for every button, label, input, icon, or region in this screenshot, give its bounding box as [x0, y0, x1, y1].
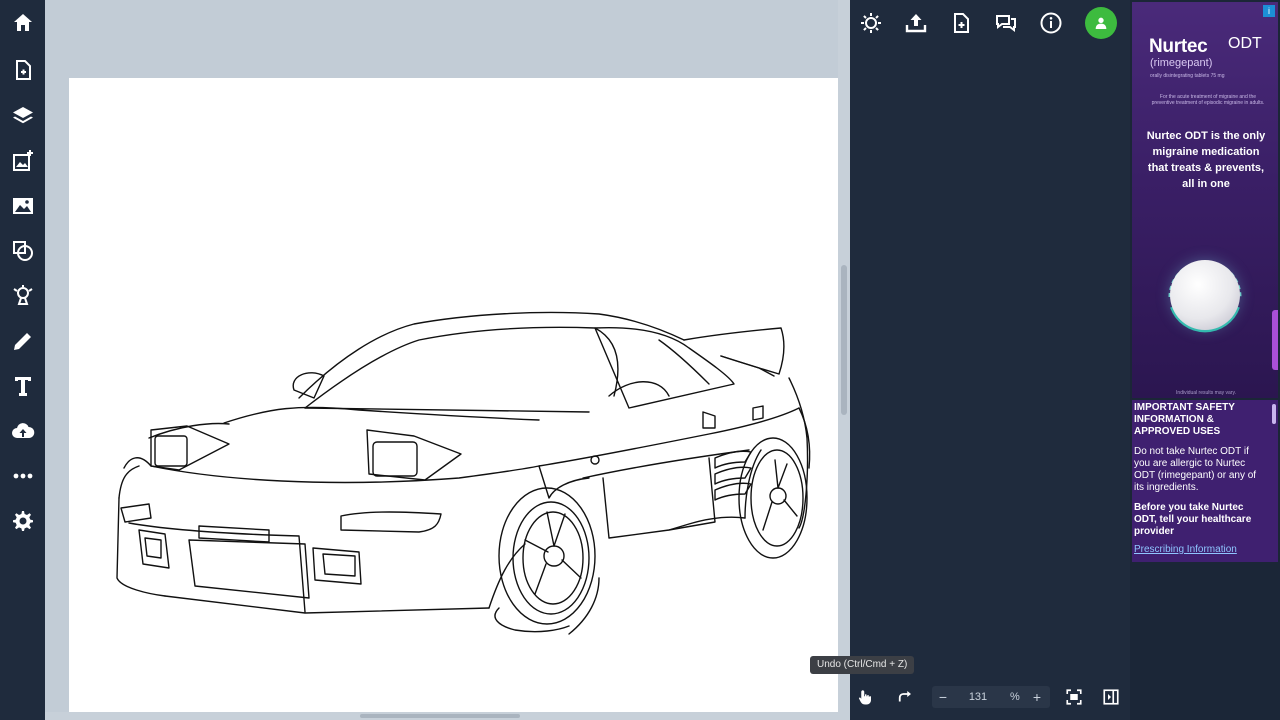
toggle-panel-button[interactable]	[1100, 686, 1122, 708]
layers-button[interactable]	[0, 96, 45, 136]
file-plus-icon	[954, 13, 969, 33]
ad-column: i Nurtec ODT (rimegepant) orally disinte…	[1130, 0, 1280, 720]
export-button[interactable]	[901, 8, 931, 38]
new-document-button[interactable]	[0, 50, 45, 90]
safety-info-box[interactable]: IMPORTANT SAFETY INFORMATION & APPROVED …	[1132, 400, 1278, 562]
panel-toggle-icon	[1103, 689, 1119, 705]
home-button[interactable]	[0, 3, 45, 43]
redo-icon	[898, 691, 911, 702]
drawing-canvas[interactable]	[69, 78, 839, 718]
tool-rail	[0, 0, 45, 720]
ad-generic-name: (rimegepant)	[1150, 57, 1213, 69]
image-button[interactable]	[0, 186, 45, 226]
app-window: Undo (Ctrl/Cmd + Z) − % + i	[0, 0, 1280, 720]
zoom-control: − % +	[932, 686, 1050, 708]
home-icon	[13, 14, 32, 31]
zoom-unit: %	[1010, 691, 1020, 703]
ad-info-button[interactable]: i	[1263, 5, 1275, 17]
image-icon	[12, 198, 33, 214]
vertical-scrollbar[interactable]	[838, 0, 850, 720]
undo-tooltip: Undo (Ctrl/Cmd + Z)	[810, 656, 915, 674]
pencil-button[interactable]	[0, 321, 45, 361]
cloud-upload-icon	[11, 423, 34, 438]
user-avatar[interactable]	[1085, 7, 1117, 39]
prescribing-info-link[interactable]: Prescribing Information	[1134, 544, 1237, 555]
stamp-icon	[12, 285, 33, 305]
upload-tray-icon	[905, 14, 927, 33]
ad-dosage: orally disintegrating tablets 75 mg	[1150, 73, 1225, 79]
image-add-icon	[12, 150, 33, 171]
settings-button[interactable]	[0, 501, 45, 541]
layers-icon	[12, 107, 33, 124]
fit-screen-icon	[1066, 689, 1082, 705]
add-image-button[interactable]	[0, 141, 45, 181]
shapes-button[interactable]	[0, 231, 45, 271]
vertical-scroll-thumb[interactable]	[841, 265, 847, 415]
ad-headline: Nurtec ODT is the only migraine medicati…	[1146, 130, 1266, 190]
car-line-drawing	[116, 311, 811, 635]
ad-side-tab[interactable]	[1272, 310, 1278, 370]
info-icon	[1040, 12, 1062, 34]
more-button[interactable]	[0, 456, 45, 496]
zoom-in-button[interactable]: +	[1028, 686, 1046, 708]
ad-indication: For the acute treatment of migraine and …	[1151, 94, 1265, 106]
zoom-out-button[interactable]: −	[934, 686, 952, 708]
stamp-button[interactable]	[0, 276, 45, 316]
top-toolbar	[850, 0, 1130, 46]
fit-screen-button[interactable]	[1063, 686, 1085, 708]
effects-button[interactable]	[856, 8, 886, 38]
ad-footnote: Individual results may vary.	[1176, 390, 1236, 396]
pill-image	[1170, 260, 1240, 330]
sun-chip-icon	[861, 13, 881, 33]
bottom-toolbar: − % +	[850, 680, 1130, 714]
pencil-icon	[13, 333, 31, 350]
isi-title: IMPORTANT SAFETY INFORMATION & APPROVED …	[1134, 402, 1235, 437]
horizontal-scrollbar[interactable]	[45, 712, 850, 720]
ad-brand-suffix: ODT	[1228, 35, 1262, 52]
horizontal-scroll-thumb[interactable]	[360, 714, 520, 718]
hand-pointer-icon	[858, 690, 871, 705]
undo-button[interactable]	[854, 686, 876, 708]
canvas-workspace[interactable]	[45, 0, 850, 720]
chat-icon	[996, 15, 1016, 32]
user-icon	[1095, 17, 1107, 29]
gear-icon	[12, 511, 33, 531]
right-panel: Undo (Ctrl/Cmd + Z) − % +	[810, 0, 1130, 720]
new-file-button[interactable]	[946, 8, 976, 38]
info-button[interactable]	[1036, 8, 1066, 38]
more-icon	[13, 473, 32, 479]
isi-body-2: Before you take Nurtec ODT, tell your he…	[1134, 502, 1252, 537]
comments-button[interactable]	[991, 8, 1021, 38]
file-icon	[15, 60, 31, 80]
ad-brand: Nurtec	[1149, 36, 1208, 57]
upload-button[interactable]	[0, 411, 45, 451]
isi-body-1: Do not take Nurtec ODT if you are allerg…	[1134, 446, 1257, 493]
text-icon	[14, 377, 31, 396]
advertisement[interactable]: i Nurtec ODT (rimegepant) orally disinte…	[1132, 2, 1278, 398]
zoom-input[interactable]	[960, 686, 996, 708]
shapes-icon	[12, 241, 33, 261]
text-button[interactable]	[0, 366, 45, 406]
isi-scrollbar[interactable]	[1272, 404, 1276, 424]
redo-button[interactable]	[894, 686, 916, 708]
